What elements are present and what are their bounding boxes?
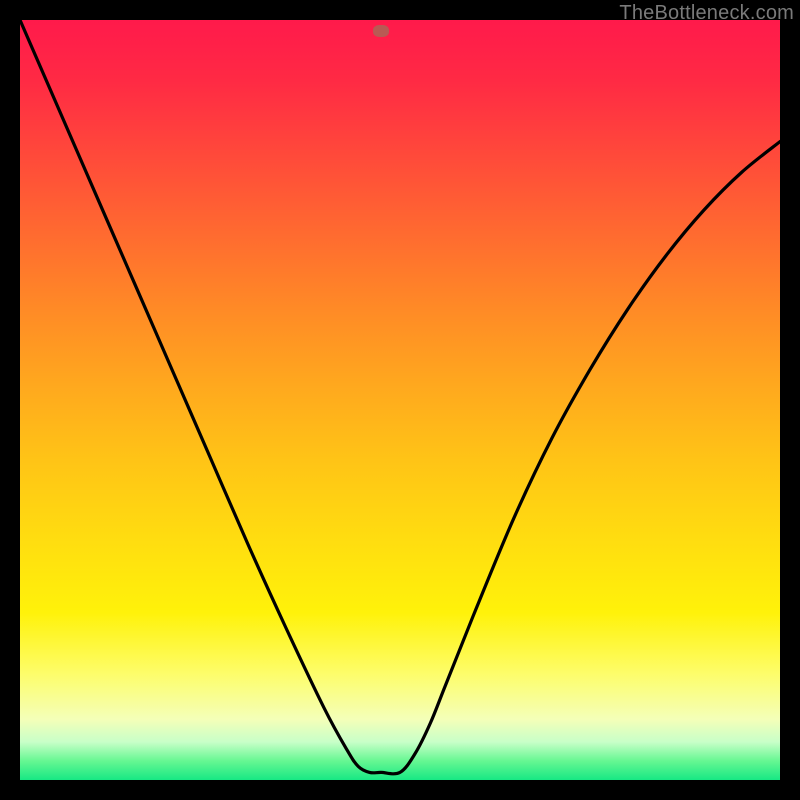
bottleneck-curve [20, 20, 780, 780]
optimal-point-marker [373, 25, 389, 37]
watermark-text: TheBottleneck.com [619, 2, 794, 25]
plot-area [20, 20, 780, 780]
chart-frame: TheBottleneck.com [0, 0, 800, 800]
